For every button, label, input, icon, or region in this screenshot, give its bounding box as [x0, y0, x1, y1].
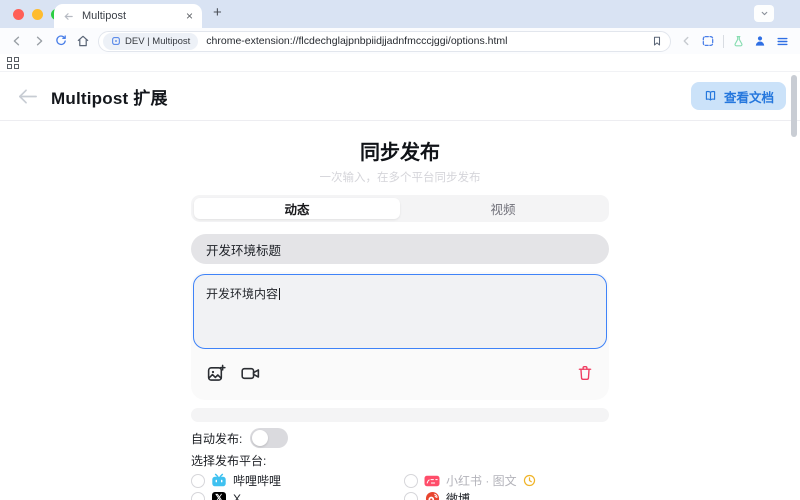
auto-publish-label: 自动发布:: [191, 430, 242, 447]
url-text[interactable]: chrome-extension://flcdechglajpnbpiidjja…: [206, 35, 643, 47]
browser-toolbar: DEV | Multipost chrome-extension://flcde…: [0, 28, 800, 54]
back-icon[interactable]: [10, 34, 24, 48]
content-text: 开发环境内容: [206, 287, 278, 301]
browser-tab[interactable]: Multipost ×: [54, 4, 202, 28]
x-icon: 𝕏: [211, 491, 227, 500]
view-docs-button[interactable]: 查看文档: [691, 82, 786, 110]
auto-publish-row: 自动发布:: [191, 428, 609, 448]
text-cursor: [279, 288, 280, 300]
apps-grid-icon[interactable]: [7, 57, 19, 69]
minimize-window-button[interactable]: [32, 9, 43, 20]
bilibili-icon: [211, 473, 227, 489]
bilibili-checkbox[interactable]: [191, 474, 205, 488]
page-scrollbar[interactable]: [791, 75, 797, 137]
platform-name: X: [233, 492, 241, 500]
section-title: 同步发布: [191, 136, 609, 165]
tab-dynamic[interactable]: 动态: [194, 198, 400, 219]
book-icon: [703, 89, 718, 103]
browser-window: Multipost × + DEV | Multipost chrome-ext…: [0, 0, 800, 500]
publish-form: 同步发布 一次输入，在多个平台同步发布 动态 视频 开发环境标题 开发环境内容: [191, 136, 609, 500]
platform-list: 哔哩哔哩 小红书 · 图文 𝕏 X: [191, 473, 609, 500]
trash-icon[interactable]: [576, 364, 594, 382]
bookmark-icon[interactable]: [651, 35, 663, 47]
labs-flask-icon[interactable]: [732, 35, 745, 48]
reload-icon[interactable]: [54, 34, 68, 48]
toolbar-divider: [723, 35, 724, 48]
menu-icon[interactable]: [775, 35, 790, 48]
editor-card: 开发环境内容: [191, 272, 609, 400]
clock-icon: [523, 474, 536, 487]
tab-video[interactable]: 视频: [400, 198, 606, 219]
toggle-knob: [252, 430, 268, 446]
back-arrow-logo-icon[interactable]: [14, 85, 41, 108]
platform-weibo[interactable]: 微博: [404, 491, 609, 500]
address-bar[interactable]: DEV | Multipost chrome-extension://flcde…: [98, 31, 671, 52]
weibo-icon: [424, 491, 440, 500]
platform-xiaohongshu[interactable]: 小红书 · 图文: [404, 473, 609, 488]
bookmarks-bar: [0, 54, 800, 71]
extension-badge-label: DEV | Multipost: [125, 36, 190, 47]
multipost-favicon-icon: [63, 11, 74, 22]
share-icon[interactable]: [679, 34, 693, 48]
content-textarea[interactable]: 开发环境内容: [193, 274, 607, 349]
tab-search-chevron-icon[interactable]: [754, 5, 774, 22]
platform-name: 微博: [446, 490, 470, 500]
platform-bilibili[interactable]: 哔哩哔哩: [191, 473, 404, 488]
view-docs-label: 查看文档: [724, 87, 774, 106]
page-title: Multipost 扩展: [51, 84, 168, 109]
platform-name: 小红书 · 图文: [446, 472, 517, 489]
media-toolbar: [193, 358, 607, 388]
title-input[interactable]: 开发环境标题: [191, 234, 609, 264]
xiaohongshu-icon: [424, 473, 440, 489]
new-tab-button[interactable]: +: [213, 4, 222, 21]
home-icon[interactable]: [76, 34, 90, 48]
tab-strip: Multipost × +: [0, 0, 800, 28]
tab-title: Multipost: [82, 10, 186, 22]
close-window-button[interactable]: [13, 9, 24, 20]
profile-icon[interactable]: [753, 34, 767, 48]
platforms-label: 选择发布平台:: [191, 452, 609, 469]
tab-close-icon[interactable]: ×: [186, 10, 193, 22]
section-subtitle: 一次输入，在多个平台同步发布: [191, 169, 609, 185]
auto-publish-toggle[interactable]: [250, 428, 288, 448]
app-header: Multipost 扩展 查看文档: [0, 71, 800, 121]
forward-icon[interactable]: [32, 34, 46, 48]
screenshot-icon[interactable]: [701, 34, 715, 48]
content-type-tabs: 动态 视频: [191, 195, 609, 222]
section-placeholder-bar: [191, 408, 609, 422]
extension-origin-badge[interactable]: DEV | Multipost: [103, 33, 198, 50]
xiaohongshu-checkbox[interactable]: [404, 474, 418, 488]
platform-name: 哔哩哔哩: [233, 472, 281, 489]
x-logo-letter: 𝕏: [212, 492, 226, 500]
platform-x[interactable]: 𝕏 X: [191, 491, 404, 500]
add-video-icon[interactable]: [239, 363, 262, 384]
x-checkbox[interactable]: [191, 492, 205, 500]
page-viewport: Multipost 扩展 查看文档 同步发布 一次输入，在多个平台同步发布 动态…: [0, 71, 800, 500]
add-image-icon[interactable]: [206, 363, 227, 384]
weibo-checkbox[interactable]: [404, 492, 418, 500]
